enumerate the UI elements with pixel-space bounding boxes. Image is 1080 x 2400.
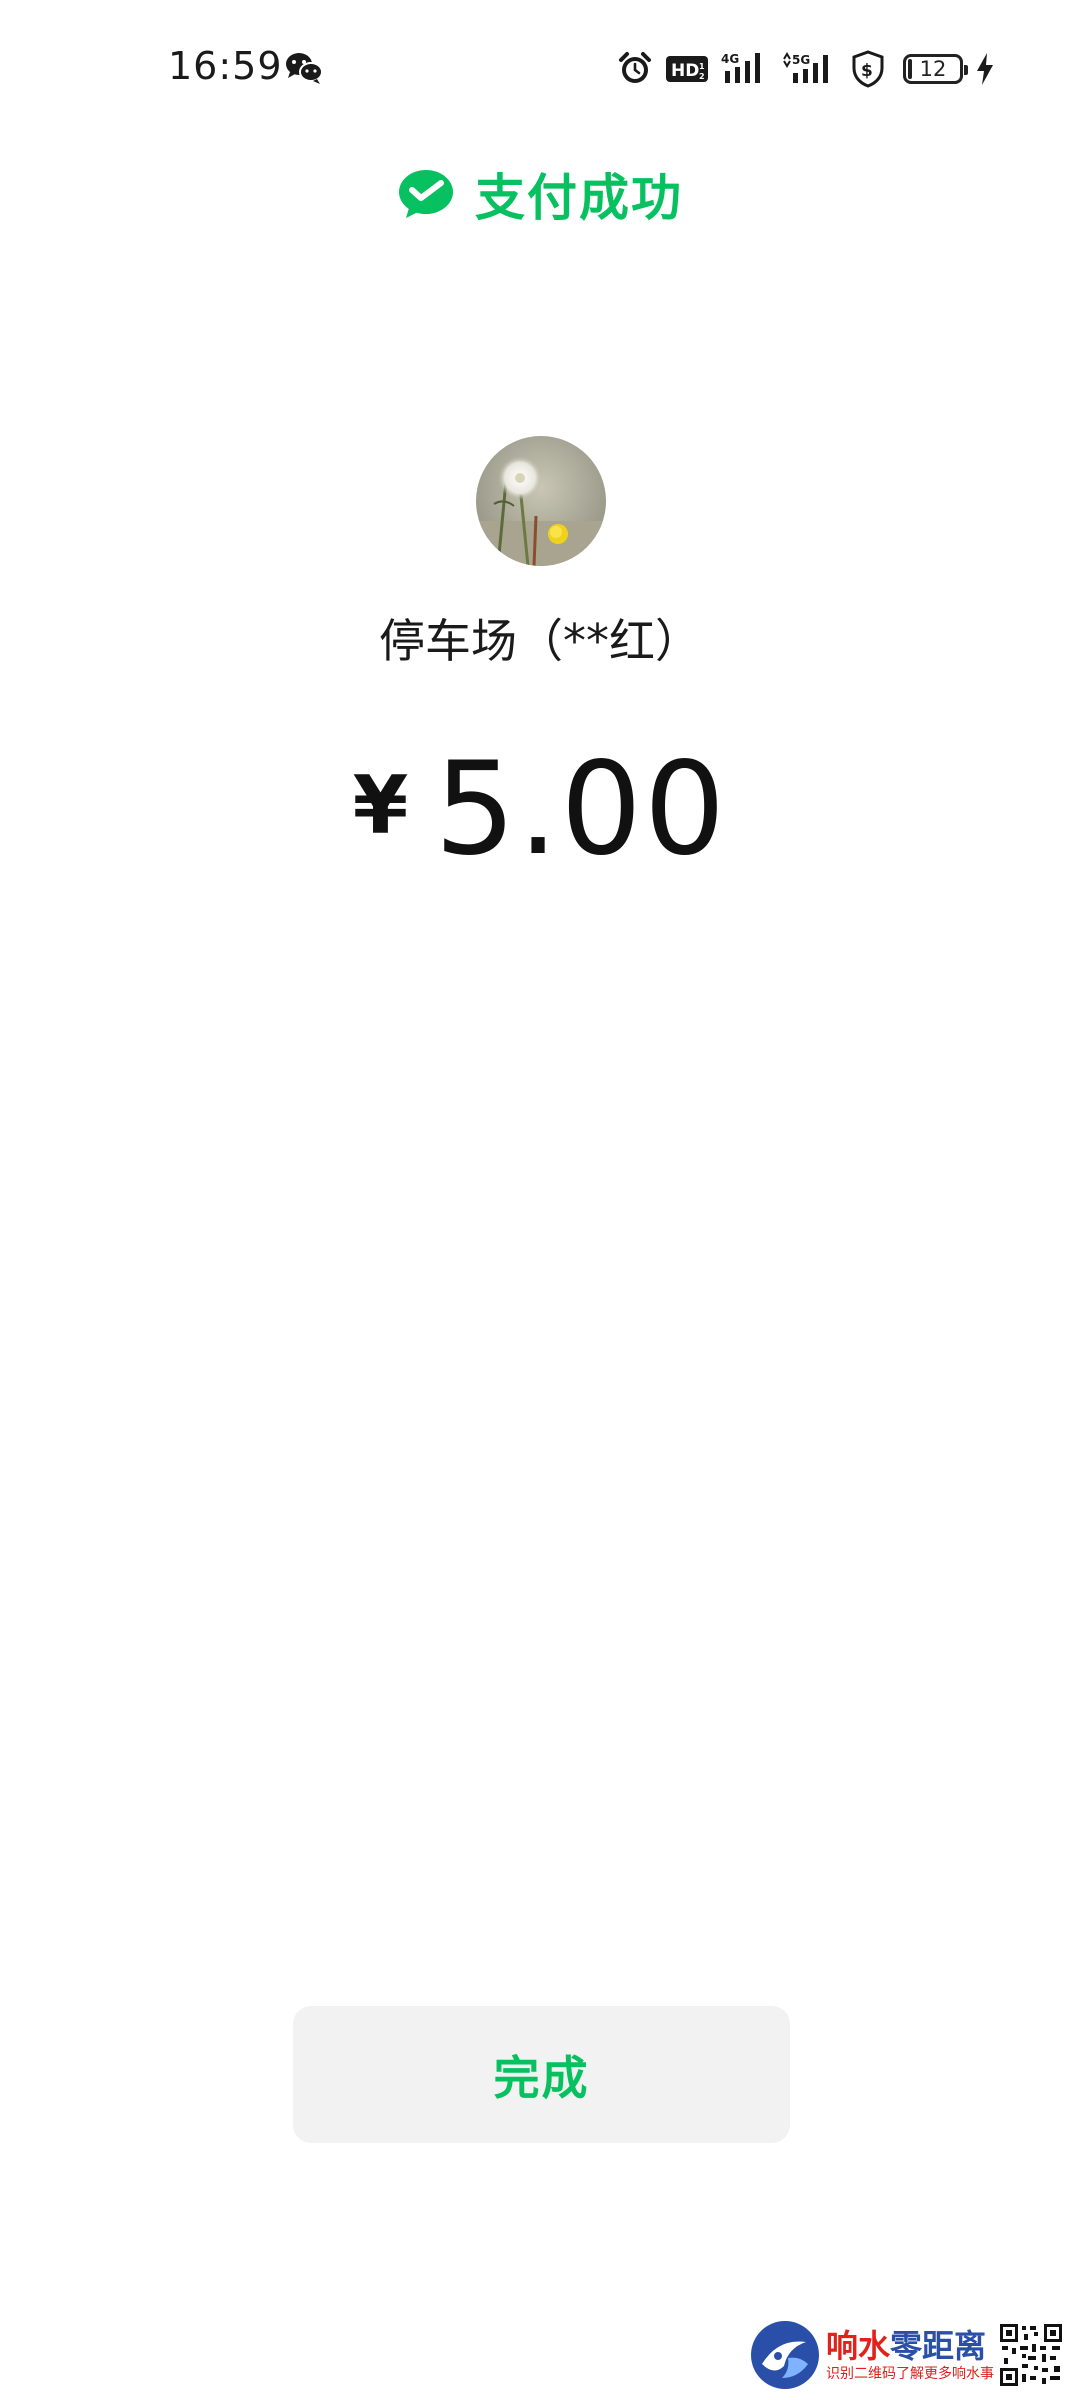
amount-value: 5.00 xyxy=(434,735,728,884)
payment-success-header: 支付成功 xyxy=(0,158,1080,230)
payment-success-title: 支付成功 xyxy=(475,169,683,227)
watermark-subtitle: 识别二维码了解更多响水事 xyxy=(826,2366,994,2382)
payment-amount: ¥ 5.00 xyxy=(0,735,1080,884)
svg-text:4G: 4G xyxy=(721,52,739,66)
status-bar: 16:59 HD 1 2 4G 5G $ 12 xyxy=(0,0,1080,140)
merchant-avatar xyxy=(476,436,606,566)
battery-icon: 12 xyxy=(903,54,968,84)
qr-code-icon xyxy=(998,2322,1064,2388)
svg-text:1: 1 xyxy=(699,62,705,71)
wechat-notification-icon xyxy=(286,53,323,84)
battery-level: 12 xyxy=(919,57,947,81)
watermark-logo-icon xyxy=(751,2321,819,2389)
svg-text:5G: 5G xyxy=(792,53,810,67)
charging-icon xyxy=(975,52,995,86)
watermark: 响水零距离 识别二维码了解更多响水事 xyxy=(748,2316,1070,2394)
wechat-pay-icon xyxy=(399,170,453,218)
signal-4g-icon: 4G xyxy=(721,51,769,87)
done-button[interactable]: 完成 xyxy=(293,2006,790,2143)
alarm-icon xyxy=(617,51,653,87)
done-button-label: 完成 xyxy=(493,2051,590,2104)
status-icons: HD 1 2 4G 5G $ 12 xyxy=(617,44,995,94)
merchant-name: 停车场（**红） xyxy=(379,614,701,668)
svg-text:2: 2 xyxy=(699,72,705,81)
status-time: 16:59 xyxy=(168,44,283,88)
watermark-title-part2: 零距离 xyxy=(890,2327,987,2365)
svg-text:$: $ xyxy=(861,61,873,81)
payment-success-screen: 16:59 HD 1 2 4G 5G $ 12 支付成功 停车场（**红） ¥ … xyxy=(0,0,1080,2400)
watermark-title-part1: 响水 xyxy=(826,2327,891,2365)
hd-voice-icon: HD 1 2 xyxy=(665,53,709,85)
watermark-text: 响水零距离 识别二维码了解更多响水事 xyxy=(826,2327,994,2383)
signal-5g-icon: 5G xyxy=(781,51,839,87)
svg-text:HD: HD xyxy=(671,61,699,81)
currency-symbol: ¥ xyxy=(352,759,409,852)
payment-shield-icon: $ xyxy=(851,50,885,88)
watermark-title: 响水零距离 xyxy=(826,2327,994,2365)
